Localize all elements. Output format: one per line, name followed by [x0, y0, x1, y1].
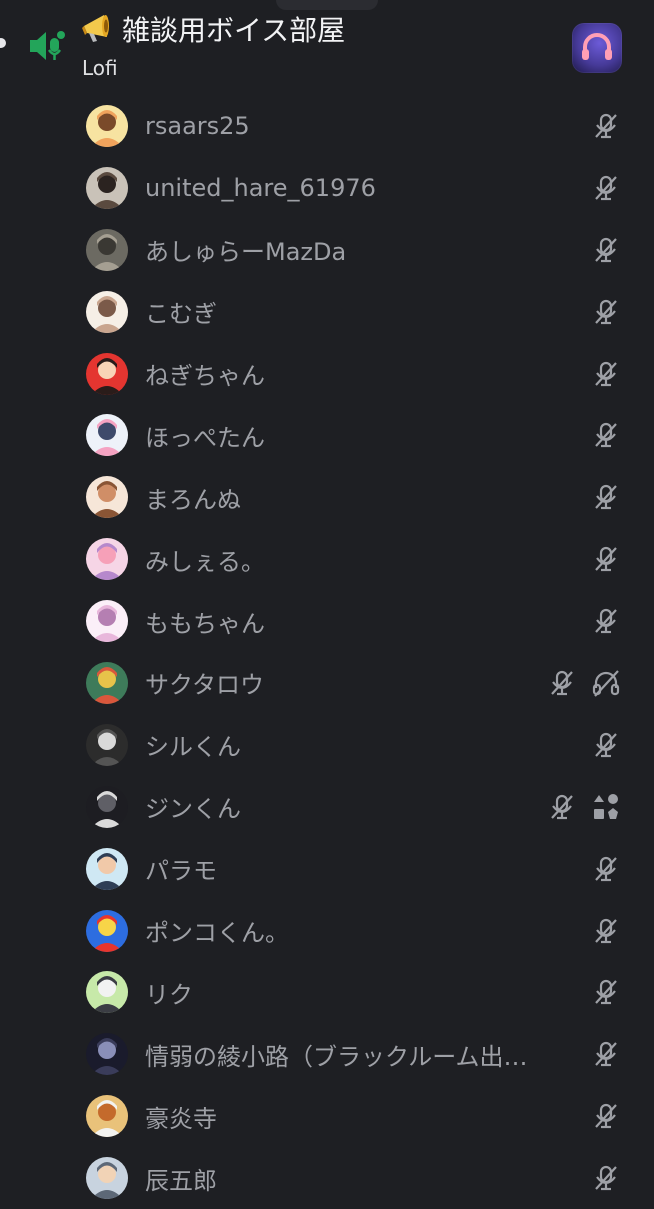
- headphones-icon: [582, 33, 612, 60]
- member-name: 情弱の綾小路（ブラックルーム出…: [145, 1042, 528, 1071]
- mic-muted-icon: [591, 1163, 621, 1193]
- channel-status: Lofi: [82, 56, 118, 80]
- member-name: ねぎちゃん: [145, 362, 265, 390]
- mic-muted-icon: [591, 1039, 621, 1069]
- member-name: ジンくん: [145, 795, 241, 824]
- mic-muted-icon: [591, 111, 621, 141]
- avatar[interactable]: [86, 476, 128, 519]
- avatar[interactable]: [86, 290, 128, 333]
- voice-member-list: rsaars25 united_hare_61976 あしゅらーMazDa こむ…: [0, 95, 654, 1209]
- member-name: リク: [145, 980, 193, 1009]
- avatar[interactable]: [86, 909, 128, 952]
- member-row[interactable]: シルくん: [0, 714, 654, 776]
- mic-muted-icon: [591, 420, 621, 450]
- member-row[interactable]: サクタロウ: [0, 652, 654, 714]
- avatar[interactable]: [86, 538, 128, 581]
- activity-button[interactable]: [572, 23, 622, 73]
- mic-muted-icon: [547, 668, 577, 698]
- avatar[interactable]: [86, 723, 128, 766]
- avatar[interactable]: [86, 414, 128, 457]
- avatar[interactable]: [86, 166, 128, 209]
- mic-muted-icon: [591, 544, 621, 574]
- mic-muted-icon: [591, 235, 621, 265]
- mic-muted-icon: [591, 606, 621, 636]
- member-row[interactable]: あしゅらーMazDa: [0, 219, 654, 281]
- member-row[interactable]: ポンコくん。: [0, 900, 654, 962]
- mic-muted-icon: [591, 854, 621, 884]
- megaphone-icon: [80, 9, 120, 49]
- member-row[interactable]: rsaars25: [0, 95, 654, 157]
- avatar[interactable]: [86, 352, 128, 395]
- avatar[interactable]: [86, 228, 128, 271]
- avatar[interactable]: [86, 1095, 128, 1138]
- member-name: 辰五郎: [145, 1166, 217, 1195]
- avatar[interactable]: [86, 104, 128, 147]
- avatar[interactable]: [86, 971, 128, 1014]
- avatar[interactable]: [86, 847, 128, 890]
- avatar[interactable]: [86, 1033, 128, 1076]
- avatar[interactable]: [86, 661, 128, 704]
- mic-muted-icon: [591, 730, 621, 760]
- mic-muted-icon: [591, 916, 621, 946]
- channel-name: 雑談用ボイス部屋: [122, 14, 346, 47]
- member-name: あしゅらーMazDa: [145, 238, 347, 267]
- member-row[interactable]: ももちゃん: [0, 590, 654, 652]
- member-name: シルくん: [145, 733, 241, 762]
- avatar[interactable]: [86, 1157, 128, 1200]
- member-row[interactable]: ほっぺたん: [0, 404, 654, 466]
- member-name: パラモ: [145, 857, 217, 886]
- member-name: united_hare_61976: [145, 173, 376, 202]
- member-row[interactable]: こむぎ: [0, 281, 654, 343]
- mic-muted-icon: [591, 359, 621, 389]
- headphones-deafened-icon: [591, 668, 621, 698]
- mic-muted-icon: [591, 173, 621, 203]
- member-row[interactable]: 情弱の綾小路（ブラックルーム出…: [0, 1023, 654, 1085]
- mic-muted-icon: [591, 1101, 621, 1131]
- mic-muted-icon: [591, 977, 621, 1007]
- activity-icon: [591, 792, 621, 822]
- channel-title[interactable]: 雑談用ボイス部屋: [80, 6, 345, 52]
- member-row[interactable]: 豪炎寺: [0, 1085, 654, 1147]
- speaker-connected-icon[interactable]: [28, 28, 68, 64]
- member-row[interactable]: みしぇる。: [0, 528, 654, 590]
- avatar[interactable]: [86, 600, 128, 643]
- member-row[interactable]: リク: [0, 961, 654, 1023]
- member-name: ポンコくん。: [145, 919, 289, 948]
- avatar[interactable]: [86, 785, 128, 828]
- member-row[interactable]: まろんぬ: [0, 466, 654, 528]
- channel-header: 雑談用ボイス部屋 Lofi: [0, 0, 654, 90]
- member-name: まろんぬ: [145, 485, 241, 514]
- member-name: ももちゃん: [145, 609, 265, 638]
- member-row[interactable]: united_hare_61976: [0, 157, 654, 219]
- member-row[interactable]: ジンくん: [0, 776, 654, 838]
- member-name: 豪炎寺: [145, 1104, 217, 1133]
- member-name: サクタロウ: [145, 671, 265, 700]
- member-name: みしぇる。: [145, 547, 265, 576]
- mic-muted-icon: [591, 482, 621, 512]
- mic-muted-icon: [591, 297, 621, 327]
- member-row[interactable]: パラモ: [0, 838, 654, 900]
- member-row[interactable]: ねぎちゃん: [0, 343, 654, 405]
- member-name: ほっぺたん: [145, 423, 265, 452]
- member-name: rsaars25: [145, 111, 250, 140]
- mic-muted-icon: [547, 792, 577, 822]
- member-name: こむぎ: [145, 300, 217, 329]
